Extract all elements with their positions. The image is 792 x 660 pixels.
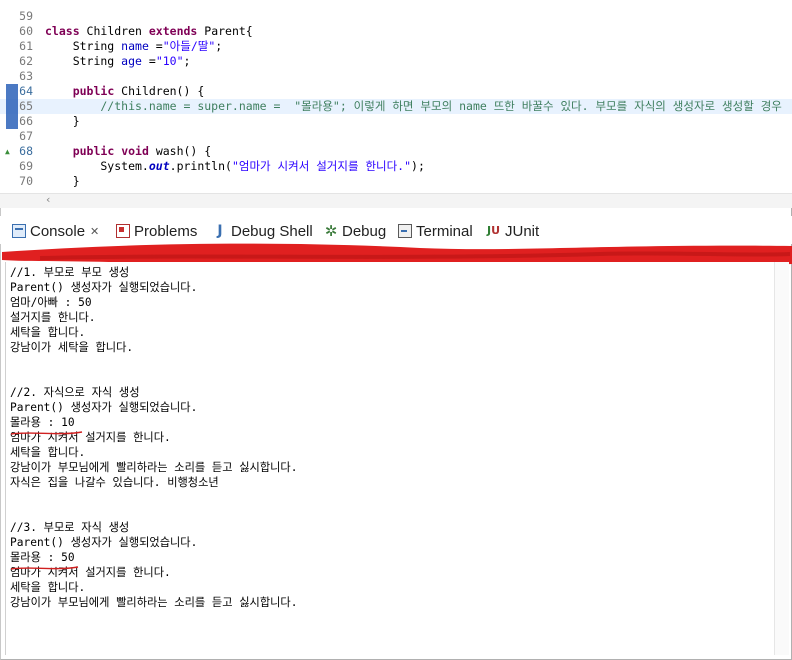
console-output-line: //2. 자식으로 자식 생성 [10, 386, 140, 399]
console-icon [12, 224, 26, 238]
code-line[interactable]: ▲ 68 public void wash() { [0, 144, 792, 159]
console-output-line: 몰라용 : 50 [10, 551, 75, 564]
red-underline-mark [10, 566, 79, 570]
code-text: String name ="아들/딸"; [45, 39, 223, 53]
tab-label: Terminal [416, 222, 473, 240]
console-output-line: 설거지를 한니다. [10, 311, 96, 324]
line-number: 66 [19, 114, 33, 128]
console-output-line: 세탁을 합니다. [10, 326, 86, 339]
code-line[interactable]: 63 [0, 69, 792, 84]
console-output-line: 엄마/아빠 : 50 [10, 296, 92, 309]
console-output-line: Parent() 생성자가 실행되었습니다. [10, 281, 198, 294]
debug-icon: ✲ [324, 222, 338, 240]
console-output-line: 강남이가 부모님에게 빨리하라는 소리를 듣고 싫시합니다. [10, 596, 298, 609]
scroll-left-arrow-icon[interactable]: ‹ [46, 193, 50, 206]
code-text: //this.name = super.name = "몰라용"; 이렇게 하면… [45, 99, 782, 113]
code-line[interactable]: 62 String age ="10"; [0, 54, 792, 69]
line-number: 61 [19, 39, 33, 53]
tab-label: Problems [134, 222, 198, 240]
code-line[interactable]: 65 //this.name = super.name = "몰라용"; 이렇게… [0, 99, 792, 114]
code-text: System.out.println("엄마가 시켜서 설거지를 한니다."); [45, 159, 425, 173]
line-number: 65 [19, 99, 33, 113]
console-output-line: //1. 부모로 부모 생성 [10, 266, 130, 279]
code-line[interactable]: 60 class Children extends Parent{ [0, 24, 792, 39]
console-output-line: Parent() 생성자가 실행되었습니다. [10, 401, 198, 414]
close-icon[interactable]: ✕ [90, 225, 99, 238]
problems-icon [116, 224, 130, 238]
code-line[interactable]: 66 } [0, 114, 792, 129]
line-number: 64 [19, 84, 33, 98]
code-text: public Children() { [72, 84, 205, 98]
console-output-line: 강남이가 세탁을 합니다. [10, 341, 134, 354]
code-text: public void wash() { [72, 144, 212, 158]
tab-label: Debug Shell [231, 222, 313, 240]
console-output-line: 몰라용 : 10 [10, 416, 75, 429]
code-text: String age ="10"; [45, 54, 191, 68]
line-number: 63 [19, 69, 33, 83]
line-number: 68 [19, 144, 33, 158]
code-line[interactable]: 67 [0, 129, 792, 144]
console-output[interactable]: //1. 부모로 부모 생성 Parent() 생성자가 실행되었습니다. 엄마/아… [5, 262, 789, 655]
line-number: 60 [19, 24, 33, 38]
junit-icon: JU [487, 224, 501, 237]
console-output-line: //3. 부모로 자식 생성 [10, 521, 130, 534]
code-text: class Children extends Parent{ [45, 24, 253, 38]
console-output-line: 세탁을 합니다. [10, 446, 86, 459]
console-vertical-scrollbar[interactable] [774, 262, 789, 655]
code-line[interactable]: 70 } [0, 174, 792, 189]
console-output-line: Parent() 생성자가 실행되었습니다. [10, 536, 198, 549]
red-underline-mark [10, 431, 83, 435]
line-number: 62 [19, 54, 33, 68]
line-number: 59 [19, 9, 33, 23]
code-text: } [45, 174, 80, 188]
code-line[interactable]: 69 System.out.println("엄마가 시켜서 설거지를 한니다.… [0, 159, 792, 174]
line-number: 69 [19, 159, 33, 173]
line-number: 70 [19, 174, 33, 188]
code-line[interactable]: 59 [0, 9, 792, 24]
code-text: } [45, 114, 80, 128]
terminal-icon [398, 224, 412, 238]
code-line[interactable]: 64 public Children() { [0, 84, 792, 99]
tab-label: JUnit [505, 222, 540, 240]
code-editor[interactable]: 59 60 class Children extends Parent{61 Str… [0, 0, 792, 193]
console-output-line: 세탁을 합니다. [10, 581, 86, 594]
debug-shell-icon: J [217, 223, 223, 239]
line-number: 67 [19, 129, 33, 143]
console-output-line: 자식은 집을 나갈수 있습니다. 비행청소년 [10, 476, 219, 489]
tab-label: Console [30, 222, 86, 240]
editor-horizontal-scrollbar[interactable]: ‹ [0, 193, 792, 208]
console-output-line: 강남이가 부모님에게 빨리하라는 소리를 듣고 싫시합니다. [10, 461, 298, 474]
code-line[interactable]: 61 String name ="아들/딸"; [0, 39, 792, 54]
tab-label: Debug [342, 222, 387, 240]
